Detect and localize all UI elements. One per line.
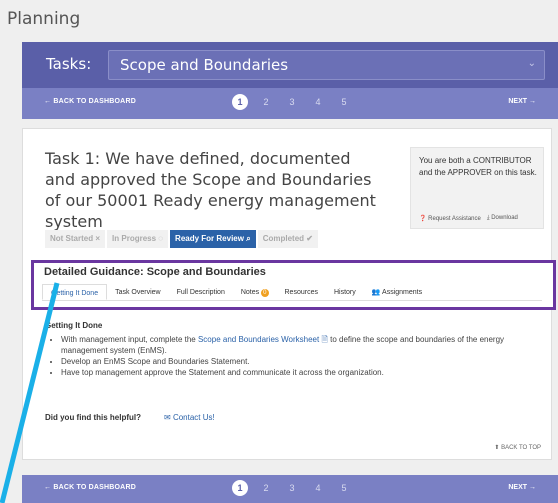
worksheet-link-label: Scope and Boundaries Worksheet [197,335,320,344]
question-circle-icon: ❓ [419,216,427,222]
list-item: Have top management approve the Statemen… [61,367,541,378]
page-link-3[interactable]: 3 [284,94,300,110]
guidance-title: Detailed Guidance: Scope and Boundaries [44,266,266,278]
role-info-box: You are both a CONTRIBUTOR and the APPRO… [410,147,544,229]
tab-notes[interactable]: Notes 0 [233,284,277,300]
page-title: Planning [7,9,81,29]
download-link[interactable]: ⤓ Download [487,215,518,222]
task-pagination: 1 2 3 4 5 [232,94,362,110]
bottom-back-to-dashboard-link[interactable]: ← BACK TO DASHBOARD [44,484,136,491]
getting-it-done-heading: Getting It Done [45,321,103,330]
next-link[interactable]: NEXT → [508,98,536,105]
status-buttons: Not Started × In Progress ◌ Ready For Re… [45,230,320,248]
status-label: Ready For Review [175,234,244,243]
download-icon: ⤓ [486,215,490,221]
role-text: You are both a CONTRIBUTOR and the APPRO… [419,156,537,177]
tasks-label: Tasks: [46,55,92,73]
tab-getting-it-done[interactable]: Getting It Done [42,284,108,300]
tab-assignments-label: Assignments [382,289,423,296]
envelope-icon: ✉ [164,413,171,422]
task-select-dropdown[interactable]: Scope and Boundaries ⌄ [108,50,545,80]
bottom-navbar-inner: ← BACK TO DASHBOARD 1 2 3 4 5 NEXT → [22,475,558,503]
worksheet-link[interactable]: Scope and Boundaries Worksheet 🗎 [198,335,328,344]
task-navbar: ← BACK TO DASHBOARD 1 2 3 4 5 NEXT → [22,88,558,119]
page-link-4[interactable]: 4 [310,94,326,110]
bottom-page-link-3[interactable]: 3 [284,480,300,496]
close-icon: × [95,234,101,243]
notes-count-badge: 0 [261,289,269,297]
bottom-page-link-2[interactable]: 2 [258,480,274,496]
helpful-question: Did you find this helpful? [45,413,141,422]
chevron-down-icon: ⌄ [527,58,536,69]
tab-history[interactable]: History [326,284,364,300]
download-label: Download [491,215,518,221]
bottom-page-link-5[interactable]: 5 [336,480,352,496]
back-to-top-link[interactable]: ⬆ BACK TO TOP [494,444,541,451]
detailed-guidance-panel: Detailed Guidance: Scope and Boundaries … [31,260,556,310]
page-link-2[interactable]: 2 [258,94,274,110]
bottom-page-link-4[interactable]: 4 [310,480,326,496]
role-actions: ❓ Request Assistance ⤓ Download [419,215,518,222]
tab-task-overview[interactable]: Task Overview [107,284,169,300]
task-select-value: Scope and Boundaries [120,56,289,74]
tab-assignments[interactable]: 👥 Assignments [364,284,430,300]
task-card: Task 1: We have defined, documented and … [22,128,556,460]
bottom-task-navbar: ← BACK TO DASHBOARD 1 2 3 4 5 NEXT → [22,475,558,503]
request-assistance-label: Request Assistance [428,216,481,222]
steps-list: With management input, complete the Scop… [61,334,541,378]
status-not-started-button[interactable]: Not Started × [45,230,106,248]
tasks-panel: Tasks: Scope and Boundaries ⌄ ← BACK TO … [22,42,558,119]
status-completed-button[interactable]: Completed ✔ [257,230,318,248]
tab-full-description[interactable]: Full Description [169,284,233,300]
status-label: Not Started [50,234,94,243]
users-icon: 👥 [371,289,381,296]
spinner-icon: ◌ [158,234,164,243]
contact-us-label: Contact Us! [172,413,215,422]
status-label: Completed [262,234,305,243]
list-item: With management input, complete the Scop… [61,334,541,356]
contact-us-link[interactable]: ✉ Contact Us! [164,413,215,422]
task-heading: Task 1: We have defined, documented and … [45,149,376,231]
bottom-page-link-1[interactable]: 1 [232,480,248,496]
page-link-1[interactable]: 1 [232,94,248,110]
tab-notes-label: Notes [240,289,260,296]
back-to-top-label: BACK TO TOP [501,445,541,451]
bottom-task-pagination: 1 2 3 4 5 [232,480,362,496]
search-icon: ⌕ [246,234,251,243]
request-assistance-link[interactable]: ❓ Request Assistance [419,215,481,222]
check-icon: ✔ [306,234,313,243]
status-label: In Progress [112,234,157,243]
page-link-5[interactable]: 5 [336,94,352,110]
list-item: Develop an EnMS Scope and Boundaries Sta… [61,356,541,367]
guidance-tabs: Getting It Done Task Overview Full Descr… [42,284,542,301]
status-ready-for-review-button[interactable]: Ready For Review ⌕ [170,230,256,248]
step-text: With management input, complete the [61,335,198,344]
bottom-next-link[interactable]: NEXT → [508,484,536,491]
tab-resources[interactable]: Resources [277,284,326,300]
back-to-dashboard-link[interactable]: ← BACK TO DASHBOARD [44,98,136,105]
status-in-progress-button[interactable]: In Progress ◌ [107,230,169,248]
arrow-up-circle-icon: ⬆ [494,445,500,451]
